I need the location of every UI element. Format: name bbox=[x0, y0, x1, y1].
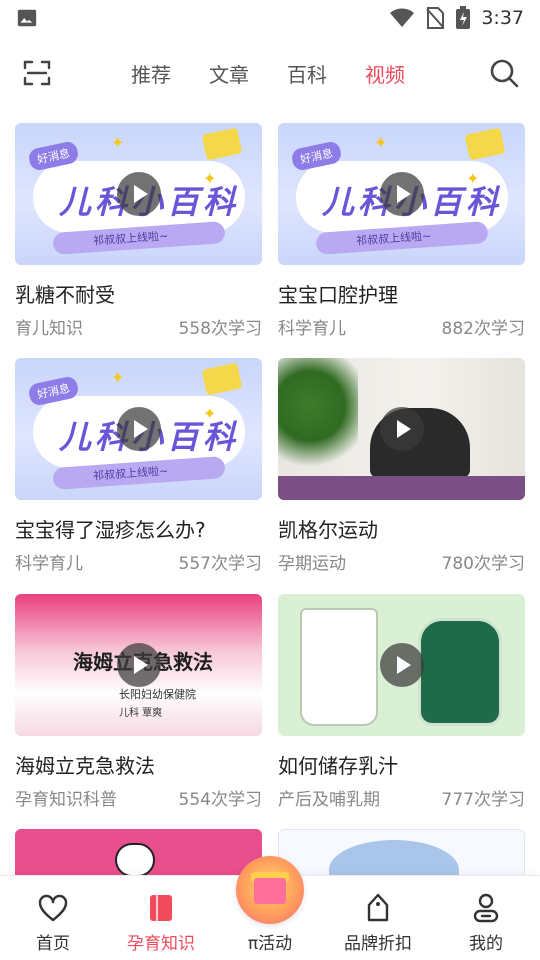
tab-recommend[interactable]: 推荐 bbox=[112, 59, 190, 88]
nav-mine[interactable]: 我的 bbox=[441, 876, 531, 960]
scan-icon[interactable] bbox=[22, 58, 52, 88]
play-icon[interactable] bbox=[379, 407, 424, 451]
top-nav: 推荐 文章 百科 视频 bbox=[0, 46, 540, 100]
category-tabs: 推荐 文章 百科 视频 bbox=[112, 46, 424, 100]
video-category: 产后及哺乳期 bbox=[278, 790, 380, 810]
thumb-plant bbox=[278, 358, 358, 478]
tab-encyclopedia[interactable]: 百科 bbox=[268, 59, 346, 88]
no-sim-icon bbox=[426, 7, 445, 29]
video-thumbnail[interactable]: ✦ ✦ 好消息 儿科小百科 祁叔叔上线啦~ bbox=[15, 123, 262, 265]
wifi-icon bbox=[390, 8, 415, 27]
nav-label: 我的 bbox=[469, 934, 503, 954]
video-card[interactable]: ✦ ✦ 好消息 儿科小百科 祁叔叔上线啦~ 宝宝得了湿疹怎么办? 科学育儿 55… bbox=[15, 358, 262, 574]
nav-label: π活动 bbox=[247, 934, 293, 954]
book-icon bbox=[150, 895, 172, 921]
video-thumbnail[interactable]: ✦ ✦ 好消息 儿科小百科 祁叔叔上线啦~ bbox=[278, 123, 525, 265]
nav-home[interactable]: 首页 bbox=[8, 876, 98, 960]
user-icon bbox=[473, 893, 499, 923]
play-icon[interactable] bbox=[116, 407, 161, 451]
status-time: 3:37 bbox=[481, 7, 524, 29]
image-icon bbox=[17, 9, 37, 27]
thumb-jar bbox=[418, 618, 502, 726]
thumb-mat bbox=[278, 476, 525, 500]
nav-label: 品牌折扣 bbox=[344, 934, 412, 954]
star-icon: ✦ bbox=[374, 133, 388, 152]
video-card[interactable]: 海姆立克急救法 长阳妇幼保健院 儿科 覃爽 海姆立克急救法 孕育知识科普 554… bbox=[15, 594, 262, 810]
play-icon[interactable] bbox=[116, 172, 161, 216]
video-card[interactable]: ✦ ✦ 好消息 儿科小百科 祁叔叔上线啦~ 乳糖不耐受 育儿知识 558次学习 bbox=[15, 123, 262, 339]
bottom-nav: 首页 孕育知识 π活动 品牌折扣 我的 bbox=[0, 856, 540, 960]
nav-knowledge[interactable]: 孕育知识 bbox=[116, 876, 206, 960]
nav-brand-discount[interactable]: 品牌折扣 bbox=[333, 876, 423, 960]
video-views: 777次学习 bbox=[441, 790, 525, 810]
video-thumbnail[interactable] bbox=[278, 358, 525, 500]
video-category: 科学育儿 bbox=[278, 319, 346, 339]
nav-label: 孕育知识 bbox=[127, 934, 195, 954]
video-title[interactable]: 乳糖不耐受 bbox=[15, 279, 262, 308]
tab-videos[interactable]: 视频 bbox=[346, 59, 424, 88]
heart-icon bbox=[38, 894, 68, 922]
video-title[interactable]: 凯格尔运动 bbox=[278, 514, 525, 543]
video-card[interactable]: ✦ ✦ 好消息 儿科小百科 祁叔叔上线啦~ 宝宝口腔护理 科学育儿 882次学习 bbox=[278, 123, 525, 339]
thumb-doctor: 儿科 覃爽 bbox=[119, 708, 163, 719]
panda-icon bbox=[115, 843, 155, 877]
thumb-org: 长阳妇幼保健院 bbox=[119, 688, 196, 701]
video-views: 558次学习 bbox=[178, 319, 262, 339]
play-icon[interactable] bbox=[379, 643, 424, 687]
video-title[interactable]: 如何储存乳汁 bbox=[278, 750, 525, 779]
video-card[interactable]: 如何储存乳汁 产后及哺乳期 777次学习 bbox=[278, 594, 525, 810]
star-icon: ✦ bbox=[111, 133, 125, 152]
video-category: 科学育儿 bbox=[15, 554, 83, 574]
thumb-decoration bbox=[201, 362, 243, 396]
search-icon[interactable] bbox=[488, 57, 520, 89]
video-category: 孕期运动 bbox=[278, 554, 346, 574]
video-title[interactable]: 宝宝口腔护理 bbox=[278, 279, 525, 308]
video-category: 孕育知识科普 bbox=[15, 790, 117, 810]
video-thumbnail[interactable]: 海姆立克急救法 长阳妇幼保健院 儿科 覃爽 bbox=[15, 594, 262, 736]
video-thumbnail[interactable]: ✦ ✦ 好消息 儿科小百科 祁叔叔上线啦~ bbox=[15, 358, 262, 500]
thumb-decoration bbox=[464, 127, 506, 161]
video-views: 554次学习 bbox=[178, 790, 262, 810]
play-icon[interactable] bbox=[379, 172, 424, 216]
tag-icon bbox=[367, 893, 389, 922]
video-views: 882次学习 bbox=[441, 319, 525, 339]
play-icon[interactable] bbox=[116, 643, 161, 687]
video-thumbnail[interactable] bbox=[278, 594, 525, 736]
video-category: 育儿知识 bbox=[15, 319, 83, 339]
tab-articles[interactable]: 文章 bbox=[190, 59, 268, 88]
video-title[interactable]: 宝宝得了湿疹怎么办? bbox=[15, 514, 262, 543]
thumb-milk-bag bbox=[300, 608, 378, 726]
star-icon: ✦ bbox=[111, 368, 125, 387]
thumb-decoration bbox=[201, 127, 243, 161]
gift-box bbox=[254, 878, 286, 904]
video-title[interactable]: 海姆立克急救法 bbox=[15, 750, 262, 779]
nav-label: 首页 bbox=[36, 934, 70, 954]
video-card[interactable]: 凯格尔运动 孕期运动 780次学习 bbox=[278, 358, 525, 574]
status-bar: 3:37 bbox=[0, 0, 540, 36]
video-views: 780次学习 bbox=[441, 554, 525, 574]
video-views: 557次学习 bbox=[178, 554, 262, 574]
battery-charging-icon bbox=[456, 6, 471, 29]
gift-icon[interactable] bbox=[236, 856, 304, 924]
